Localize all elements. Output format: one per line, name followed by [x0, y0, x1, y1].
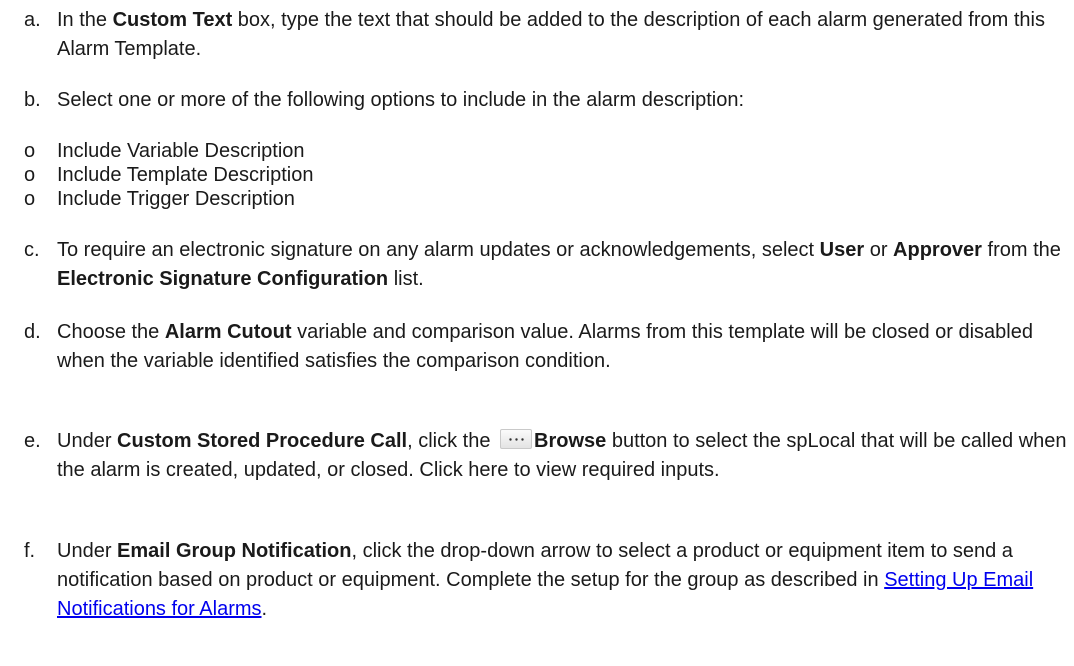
step-c: c. To require an electronic signature on…: [24, 236, 1069, 294]
step-f-text-1: Under: [57, 540, 118, 562]
step-c-marker: c.: [24, 239, 40, 261]
instruction-document: a. In the Custom Text box, type the text…: [0, 0, 1074, 666]
step-e-text: Under Custom Stored Procedure Call, clic…: [57, 427, 1069, 485]
step-b-marker: b.: [24, 89, 41, 111]
approver-term: Approver: [893, 239, 982, 261]
step-a-marker: a.: [24, 9, 41, 31]
step-b-text: Select one or more of the following opti…: [57, 89, 745, 111]
step-c-text-2: or: [864, 239, 894, 261]
step-e-text-1: Under: [57, 430, 118, 452]
step-f-text-3: .: [261, 598, 268, 620]
step-c-text-4: list.: [388, 268, 424, 290]
step-a-text-1: In the: [57, 9, 113, 31]
step-d-text-1: Choose the: [57, 321, 165, 343]
custom-sp-call-term: Custom Stored Procedure Call: [117, 430, 408, 452]
step-e: e. Under Custom Stored Procedure Call, c…: [24, 427, 1069, 485]
step-e-text-2: , click the: [407, 430, 497, 452]
step-d-text: Choose the Alarm Cutout variable and com…: [57, 318, 1069, 376]
circle-bullet-icon: o: [24, 188, 36, 210]
option-item: o Include Trigger Description: [24, 185, 1069, 214]
option-label: Include Trigger Description: [57, 188, 295, 210]
email-group-term: Email Group Notification: [117, 540, 352, 562]
browse-term: Browse: [534, 430, 607, 452]
user-term: User: [819, 239, 865, 261]
step-e-marker: e.: [24, 430, 41, 452]
step-d-marker: d.: [24, 321, 41, 343]
step-c-text-3: from the: [981, 239, 1061, 261]
step-f-marker: f.: [24, 540, 36, 562]
step-a-text: In the Custom Text box, type the text th…: [57, 6, 1069, 64]
step-f: f. Under Email Group Notification, click…: [24, 537, 1069, 624]
step-b: b. Select one or more of the following o…: [24, 86, 1069, 115]
alarm-cutout-term: Alarm Cutout: [164, 321, 292, 343]
step-c-text: To require an electronic signature on an…: [57, 236, 1069, 294]
step-a: a. In the Custom Text box, type the text…: [24, 6, 1069, 64]
custom-text-term: Custom Text: [112, 9, 233, 31]
esig-config-term: Electronic Signature Configuration: [57, 268, 389, 290]
ellipsis-icon: [500, 429, 533, 449]
step-f-text: Under Email Group Notification, click th…: [57, 537, 1069, 624]
step-d: d. Choose the Alarm Cutout variable and …: [24, 318, 1069, 376]
step-c-text-1: To require an electronic signature on an…: [57, 239, 820, 261]
